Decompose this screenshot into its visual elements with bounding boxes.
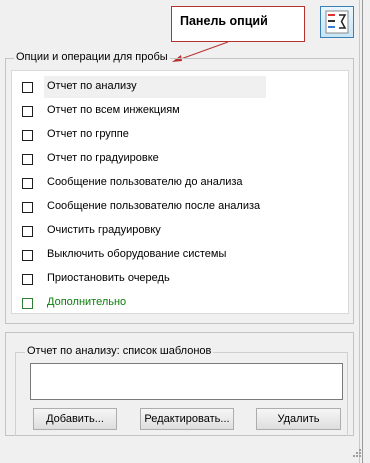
- list-item[interactable]: Сообщение пользователю после анализа: [12, 196, 348, 218]
- delete-template-button[interactable]: Удалить: [256, 408, 341, 430]
- template-list[interactable]: [30, 363, 343, 400]
- list-item[interactable]: Дополнительно: [12, 292, 348, 314]
- option-label: Отчет по группе: [47, 128, 129, 140]
- options-panel-toggle-button[interactable]: [320, 6, 354, 38]
- template-group-title: Отчет по анализу: список шаблонов: [25, 345, 214, 357]
- checkbox[interactable]: [22, 154, 33, 165]
- option-label: Приостановить очередь: [47, 272, 170, 284]
- list-item[interactable]: Выключить оборудование системы: [12, 244, 348, 266]
- list-item[interactable]: Приостановить очередь: [12, 268, 348, 290]
- checkbox[interactable]: [22, 202, 33, 213]
- list-item[interactable]: Отчет по всем инжекциям: [12, 100, 348, 122]
- checkbox[interactable]: [22, 130, 33, 141]
- option-label: Отчет по анализу: [47, 80, 137, 92]
- window-edge-outer: [362, 0, 363, 463]
- checkbox[interactable]: [22, 82, 33, 93]
- checkbox[interactable]: [22, 298, 33, 309]
- option-label: Очистить градуировку: [47, 224, 161, 236]
- window-edge: [359, 0, 360, 463]
- options-panel-icon: [325, 10, 349, 34]
- edit-template-button[interactable]: Редактировать...: [140, 408, 234, 430]
- list-item[interactable]: Отчет по анализу: [12, 76, 348, 98]
- option-label: Дополнительно: [47, 296, 127, 308]
- callout-text: Панель опций: [180, 14, 268, 28]
- checkbox[interactable]: [22, 274, 33, 285]
- options-checklist[interactable]: Отчет по анализу Отчет по всем инжекциям…: [11, 70, 349, 314]
- option-label: Отчет по всем инжекциям: [47, 104, 180, 116]
- resize-grip-icon[interactable]: [352, 448, 362, 458]
- checkbox[interactable]: [22, 250, 33, 261]
- checkbox[interactable]: [22, 178, 33, 189]
- checkbox[interactable]: [22, 106, 33, 117]
- option-label: Отчет по градуировке: [47, 152, 159, 164]
- list-item[interactable]: Отчет по градуировке: [12, 148, 348, 170]
- add-template-button[interactable]: Добавить...: [33, 408, 117, 430]
- options-group-title: Опции и операции для пробы: [14, 51, 170, 63]
- list-item[interactable]: Отчет по группе: [12, 124, 348, 146]
- option-label: Выключить оборудование системы: [47, 248, 227, 260]
- list-item[interactable]: Очистить градуировку: [12, 220, 348, 242]
- options-panel-callout: Панель опций: [171, 6, 305, 42]
- option-label: Сообщение пользователю до анализа: [47, 176, 243, 188]
- option-label: Сообщение пользователю после анализа: [47, 200, 261, 212]
- list-item[interactable]: Сообщение пользователю до анализа: [12, 172, 348, 194]
- checkbox[interactable]: [22, 226, 33, 237]
